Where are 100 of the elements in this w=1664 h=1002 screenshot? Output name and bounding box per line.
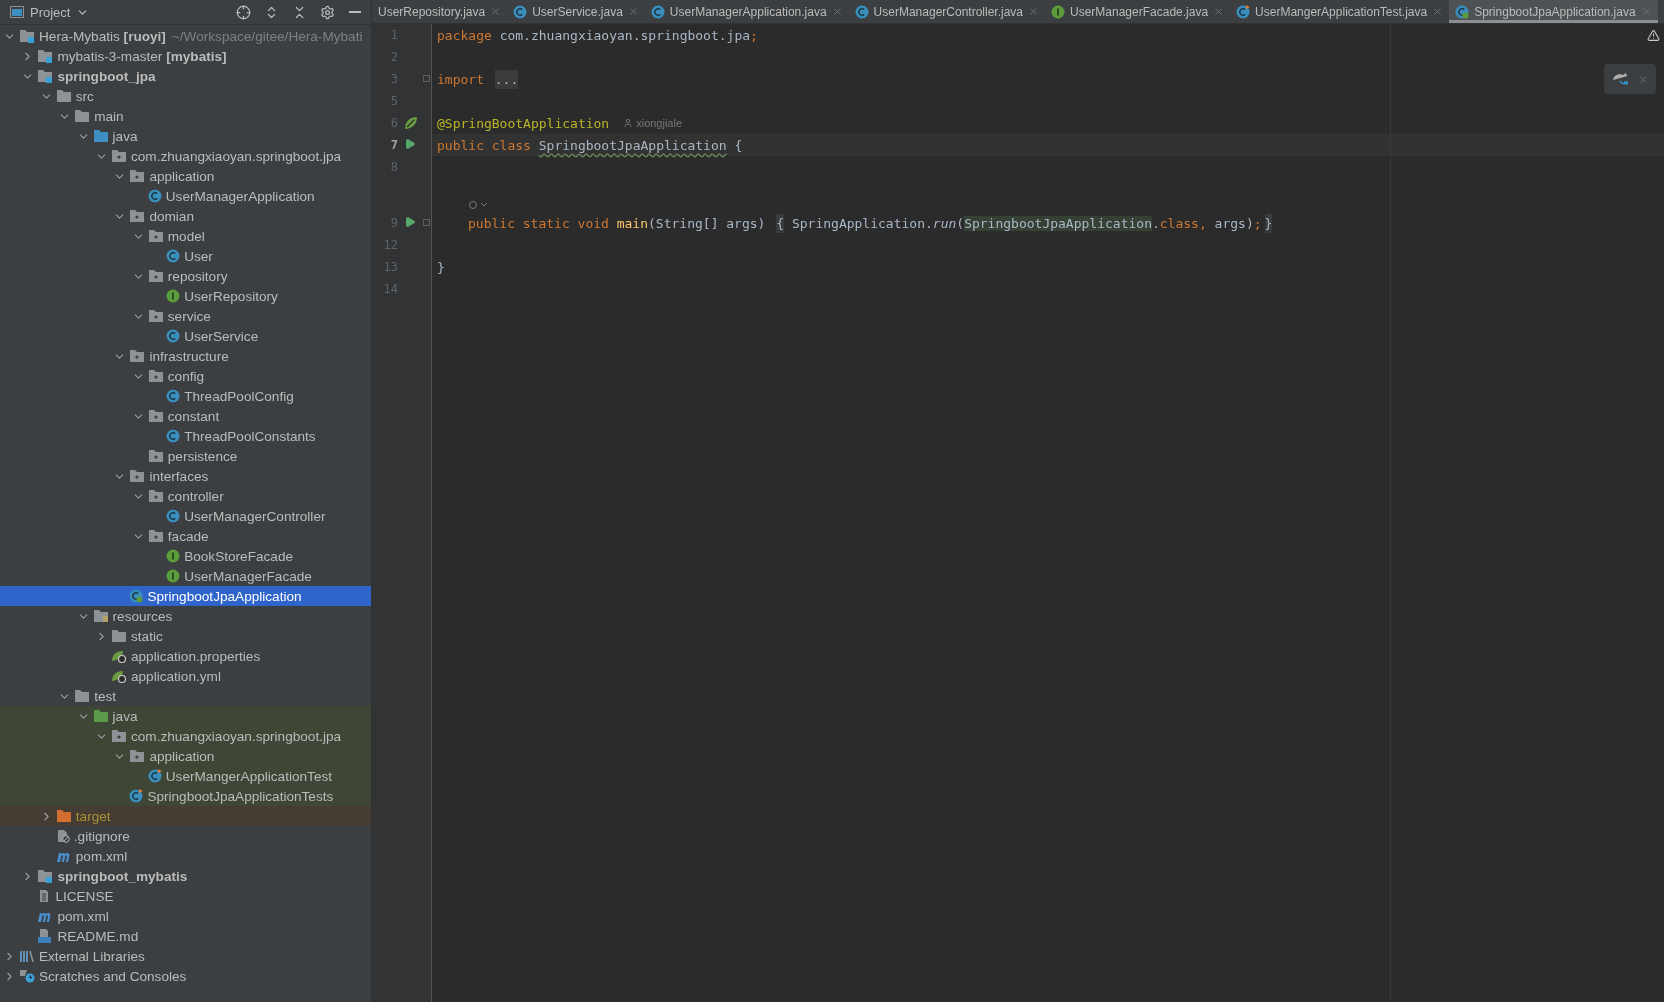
tree-item[interactable]: springboot_jpa bbox=[0, 66, 371, 86]
folder-icon bbox=[74, 689, 91, 703]
tree-item-label: application.yml bbox=[131, 668, 221, 684]
tree-item-label: mybatis-3-master [mybatis] bbox=[57, 48, 227, 64]
editor-tab[interactable]: UserManagerFacade.java bbox=[1045, 0, 1231, 23]
close-icon[interactable] bbox=[627, 6, 639, 17]
class-icon bbox=[513, 4, 528, 19]
tree-item[interactable]: com.zhuangxiaoyan.springboot.jpa bbox=[0, 726, 371, 746]
tree-item[interactable]: .gitignore bbox=[0, 826, 371, 846]
tree-item[interactable]: UserService bbox=[0, 326, 371, 346]
tree-item[interactable]: SpringbootJpaApplicationTests bbox=[0, 786, 371, 806]
tree-item[interactable]: interfaces bbox=[0, 466, 371, 486]
tree-item[interactable]: constant bbox=[0, 406, 371, 426]
tree-item[interactable]: ThreadPoolConfig bbox=[0, 386, 371, 406]
tree-item[interactable]: springboot_mybatis bbox=[0, 866, 371, 886]
reload-icon[interactable] bbox=[1611, 71, 1631, 87]
tree-item-label: Scratches and Consoles bbox=[39, 968, 187, 984]
tree-item[interactable]: src bbox=[0, 86, 371, 106]
tree-item[interactable]: facade bbox=[0, 526, 371, 546]
package-icon bbox=[147, 409, 164, 423]
editor-tab[interactable]: UserService.java bbox=[507, 0, 645, 23]
run-icon[interactable] bbox=[404, 216, 416, 228]
tree-item[interactable]: UserMangerApplicationTest bbox=[0, 766, 371, 786]
class-icon bbox=[166, 249, 181, 263]
tree-item[interactable]: External Libraries bbox=[0, 946, 371, 966]
close-icon[interactable] bbox=[831, 6, 843, 17]
tree-item[interactable]: UserRepository bbox=[0, 286, 371, 306]
tree-item[interactable]: pom.xml bbox=[0, 846, 371, 866]
close-icon[interactable] bbox=[1638, 73, 1649, 85]
fold-marker-icon[interactable] bbox=[423, 219, 430, 226]
fold-marker-icon[interactable] bbox=[423, 75, 430, 82]
tree-item-label: pom.xml bbox=[57, 908, 109, 924]
tree-item[interactable]: infrastructure bbox=[0, 346, 371, 366]
close-icon[interactable] bbox=[1213, 6, 1225, 17]
author-name: xiongjiale bbox=[636, 117, 683, 129]
tree-item-label: target bbox=[75, 808, 111, 824]
editor-tab[interactable]: SpringbootJpaApplication.java bbox=[1449, 0, 1658, 23]
tree-item[interactable]: resources bbox=[0, 606, 371, 626]
tree-item-label: interfaces bbox=[149, 468, 209, 484]
tree-item-label: infrastructure bbox=[149, 348, 229, 364]
tree-item[interactable]: UserManagerController bbox=[0, 506, 371, 526]
tree-item[interactable]: UserManagerFacade bbox=[0, 566, 371, 586]
editor-tab[interactable]: UserManagerController.java bbox=[848, 0, 1045, 23]
package-icon bbox=[129, 169, 146, 183]
tree-item[interactable]: java bbox=[0, 706, 371, 726]
tree-item[interactable]: mybatis-3-master [mybatis] bbox=[0, 46, 371, 66]
tree-item[interactable]: test bbox=[0, 686, 371, 706]
tree-item[interactable]: application bbox=[0, 166, 371, 186]
author-hint[interactable]: xiongjiale bbox=[623, 117, 683, 129]
warning-icon[interactable] bbox=[1647, 29, 1660, 42]
tree-item[interactable]: Scratches and Consoles bbox=[0, 966, 371, 986]
leaf-icon[interactable] bbox=[404, 116, 418, 130]
interface-icon bbox=[166, 289, 181, 303]
folder-icon bbox=[111, 629, 127, 643]
editor-tab[interactable]: UserManagerApplication.java bbox=[644, 0, 849, 23]
class-icon bbox=[650, 4, 665, 19]
tree-item[interactable]: User bbox=[0, 246, 371, 266]
resource-folder-icon bbox=[92, 609, 109, 623]
tree-item[interactable]: static bbox=[0, 626, 371, 646]
package-icon bbox=[129, 349, 146, 363]
editor-tab[interactable]: UserMangerApplicationTest.java bbox=[1230, 0, 1450, 23]
tree-item-label: pom.xml bbox=[75, 848, 128, 864]
tree-item[interactable]: application.yml bbox=[0, 666, 371, 686]
tree-item[interactable]: target bbox=[0, 806, 371, 826]
tree-item[interactable]: application.properties bbox=[0, 646, 371, 666]
scratches-icon bbox=[19, 969, 35, 983]
tree-item-label: UserManagerController bbox=[184, 508, 326, 524]
tree-item[interactable]: persistence bbox=[0, 446, 371, 466]
code-vision-icon[interactable] bbox=[468, 200, 488, 210]
tree-item[interactable]: UserManagerApplication bbox=[0, 186, 371, 206]
tree-item[interactable]: controller bbox=[0, 486, 371, 506]
folder-icon bbox=[55, 89, 72, 103]
tree-item[interactable]: domian bbox=[0, 206, 371, 226]
project-view-selector[interactable]: Project bbox=[10, 4, 90, 20]
tree-item[interactable]: config bbox=[0, 366, 371, 386]
tree-item-label: SpringbootJpaApplicationTests bbox=[147, 788, 334, 804]
tree-item[interactable]: service bbox=[0, 306, 371, 326]
tree-item[interactable]: model bbox=[0, 226, 371, 246]
close-icon[interactable] bbox=[490, 6, 502, 17]
tree-item[interactable]: README.md bbox=[0, 926, 371, 946]
tree-item-label: main bbox=[94, 108, 124, 124]
tree-item[interactable]: BookStoreFacade bbox=[0, 546, 371, 566]
class-icon bbox=[147, 189, 162, 203]
tree-item-label: springboot_jpa bbox=[57, 68, 156, 84]
close-icon[interactable] bbox=[1432, 6, 1444, 17]
tree-item[interactable]: pom.xml bbox=[0, 906, 371, 926]
module-folder-icon bbox=[37, 69, 54, 83]
tree-item[interactable]: LICENSE bbox=[0, 886, 371, 906]
tree-item[interactable]: SpringbootJpaApplication bbox=[0, 586, 371, 606]
tree-item[interactable]: java bbox=[0, 126, 371, 146]
run-icon[interactable] bbox=[404, 138, 416, 150]
excluded-folder-icon bbox=[55, 809, 72, 823]
tree-item[interactable]: repository bbox=[0, 266, 371, 286]
editor-tab[interactable]: UserRepository.java bbox=[372, 0, 508, 23]
tree-item[interactable]: Hera-Mybatis [ruoyi] ~/Workspace/gitee/Hera-Mybati bbox=[0, 26, 371, 46]
tree-item[interactable]: com.zhuangxiaoyan.springboot.jpa bbox=[0, 146, 371, 166]
tree-item[interactable]: application bbox=[0, 746, 371, 766]
tree-item[interactable]: ThreadPoolConstants bbox=[0, 426, 371, 446]
tree-item[interactable]: main bbox=[0, 106, 371, 126]
close-icon[interactable] bbox=[1028, 6, 1039, 17]
